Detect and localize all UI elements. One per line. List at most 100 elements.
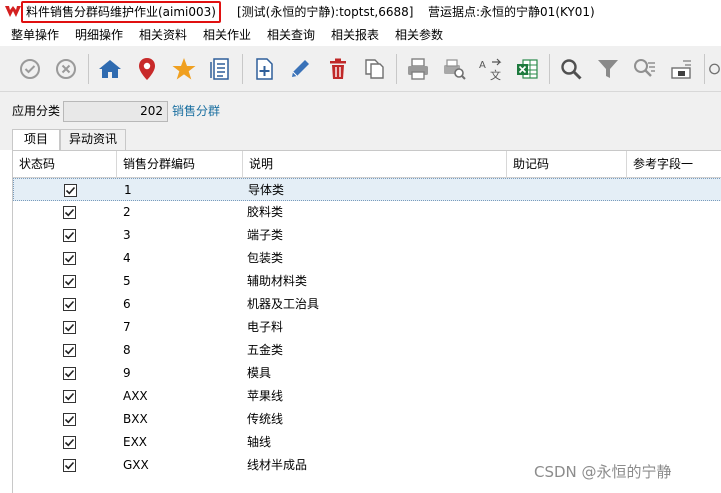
cell-code[interactable]: 9 <box>123 362 131 385</box>
cell-description[interactable]: 包装类 <box>247 247 283 270</box>
cell-description[interactable]: 轴线 <box>247 431 271 454</box>
column-header-code[interactable]: 销售分群编码 <box>117 151 243 178</box>
cancel-icon[interactable] <box>52 55 80 83</box>
cell-code[interactable]: AXX <box>123 385 148 408</box>
table-row[interactable]: 7 电子料 <box>13 316 721 339</box>
table-row[interactable]: 4 包装类 <box>13 247 721 270</box>
refresh-icon[interactable] <box>708 55 721 83</box>
site-info: 营运据点:永恒的宁静01(KY01) <box>428 5 595 19</box>
cell-code[interactable]: BXX <box>123 408 148 431</box>
app-logo-icon <box>5 6 21 17</box>
menu-related-queries[interactable]: 相关查询 <box>267 27 315 43</box>
status-checkbox[interactable] <box>63 275 76 288</box>
status-checkbox[interactable] <box>63 321 76 334</box>
cell-description[interactable]: 端子类 <box>247 224 283 247</box>
menu-document-ops[interactable]: 整单操作 <box>11 27 59 43</box>
confirm-icon[interactable] <box>16 55 44 83</box>
table-row[interactable]: 6 机器及工治具 <box>13 293 721 316</box>
copy-icon[interactable] <box>360 55 388 83</box>
cell-code[interactable]: 8 <box>123 339 131 362</box>
filter-icon[interactable] <box>594 55 622 83</box>
table-row[interactable]: 3 端子类 <box>13 224 721 247</box>
cell-description[interactable]: 模具 <box>247 362 271 385</box>
status-checkbox[interactable] <box>63 344 76 357</box>
tab-strip: 项目 异动资讯 <box>0 128 721 150</box>
checkmark-icon <box>64 392 75 401</box>
status-checkbox[interactable] <box>64 184 77 197</box>
toolbar: A文 <box>0 46 721 92</box>
location-pin-icon[interactable] <box>133 55 161 83</box>
status-checkbox[interactable] <box>63 459 76 472</box>
advanced-search-icon[interactable] <box>630 55 658 83</box>
menu-detail-ops[interactable]: 明细操作 <box>75 27 123 43</box>
print-icon[interactable] <box>404 55 432 83</box>
status-checkbox[interactable] <box>63 367 76 380</box>
menu-related-params[interactable]: 相关参数 <box>395 27 443 43</box>
cell-description[interactable]: 胶料类 <box>247 201 283 224</box>
cell-description[interactable]: 导体类 <box>248 179 284 202</box>
table-row[interactable]: 8 五金类 <box>13 339 721 362</box>
column-header-description[interactable]: 说明 <box>243 151 507 178</box>
cell-code[interactable]: GXX <box>123 454 149 477</box>
sort-icon[interactable] <box>667 55 695 83</box>
delete-trash-icon[interactable] <box>324 55 352 83</box>
table-row[interactable]: 1 导体类 <box>13 178 721 201</box>
window-title: 料件销售分群码维护作业(aimi003) <box>21 1 221 23</box>
menu-related-data[interactable]: 相关资料 <box>139 27 187 43</box>
cell-description[interactable]: 传统线 <box>247 408 283 431</box>
favorite-star-icon[interactable] <box>170 55 198 83</box>
search-icon[interactable] <box>557 55 585 83</box>
items-grid: 状态码 销售分群编码 说明 助记码 参考字段一 1 导体类 2 胶料类 3 端子类 4 包装类… <box>12 150 721 493</box>
menu-related-reports[interactable]: 相关报表 <box>331 27 379 43</box>
table-row[interactable]: AXX 苹果线 <box>13 385 721 408</box>
column-header-mnemonic[interactable]: 助记码 <box>507 151 627 178</box>
cell-description[interactable]: 电子料 <box>247 316 283 339</box>
status-checkbox[interactable] <box>63 206 76 219</box>
cell-description[interactable]: 线材半成品 <box>247 454 307 477</box>
status-checkbox[interactable] <box>63 252 76 265</box>
table-row[interactable]: 2 胶料类 <box>13 201 721 224</box>
checkmark-icon <box>64 461 75 470</box>
document-list-icon[interactable] <box>206 55 234 83</box>
tab-change-history[interactable]: 异动资讯 <box>60 129 126 150</box>
excel-export-icon[interactable] <box>513 55 541 83</box>
cell-description[interactable]: 五金类 <box>247 339 283 362</box>
status-checkbox[interactable] <box>63 390 76 403</box>
category-label: 应用分类 <box>12 104 61 118</box>
status-checkbox[interactable] <box>63 436 76 449</box>
menu-bar: 整单操作 明细操作 相关资料 相关作业 相关查询 相关报表 相关参数 <box>0 24 721 46</box>
add-icon[interactable] <box>250 55 278 83</box>
print-preview-icon[interactable] <box>440 55 468 83</box>
cell-code[interactable]: 7 <box>123 316 131 339</box>
home-icon[interactable] <box>96 55 124 83</box>
environment-info: [测试(永恒的宁静):toptst,6688] <box>237 5 414 19</box>
toolbar-separator <box>242 54 243 84</box>
toolbar-separator <box>549 54 550 84</box>
status-checkbox[interactable] <box>63 413 76 426</box>
translate-icon[interactable]: A文 <box>477 55 505 83</box>
table-row[interactable]: EXX 轴线 <box>13 431 721 454</box>
column-header-reference-field[interactable]: 参考字段一 <box>627 151 721 178</box>
cell-code[interactable]: 3 <box>123 224 131 247</box>
cell-description[interactable]: 苹果线 <box>247 385 283 408</box>
menu-related-jobs[interactable]: 相关作业 <box>203 27 251 43</box>
cell-code[interactable]: 6 <box>123 293 131 316</box>
cell-code[interactable]: EXX <box>123 431 147 454</box>
cell-code[interactable]: 5 <box>123 270 131 293</box>
edit-pencil-icon[interactable] <box>286 55 314 83</box>
table-row[interactable]: 9 模具 <box>13 362 721 385</box>
cell-description[interactable]: 机器及工治具 <box>247 293 319 316</box>
cell-code[interactable]: 2 <box>123 201 131 224</box>
checkmark-icon <box>65 186 76 195</box>
toolbar-separator <box>88 54 89 84</box>
cell-code[interactable]: 1 <box>124 179 132 202</box>
table-row[interactable]: 5 辅助材料类 <box>13 270 721 293</box>
column-header-status[interactable]: 状态码 <box>13 151 117 178</box>
cell-description[interactable]: 辅助材料类 <box>247 270 307 293</box>
cell-code[interactable]: 4 <box>123 247 131 270</box>
status-checkbox[interactable] <box>63 298 76 311</box>
category-input[interactable]: 202 <box>63 101 168 122</box>
status-checkbox[interactable] <box>63 229 76 242</box>
tab-items[interactable]: 项目 <box>12 129 60 150</box>
table-row[interactable]: BXX 传统线 <box>13 408 721 431</box>
